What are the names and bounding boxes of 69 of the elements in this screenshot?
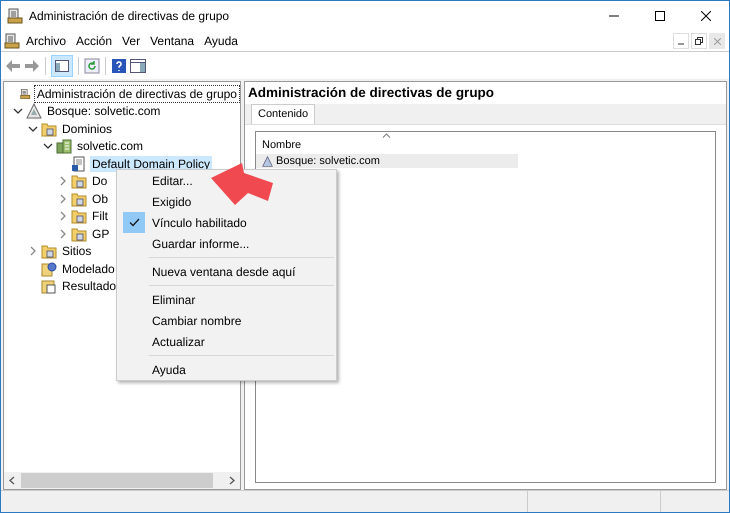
tree-item[interactable]: Modelado bbox=[60, 260, 117, 277]
tree-item[interactable]: Do bbox=[90, 173, 110, 190]
console-icon bbox=[7, 8, 23, 24]
folder-icon bbox=[71, 226, 87, 242]
tab[interactable]: Contenido bbox=[251, 104, 316, 124]
menu-item[interactable]: Exigido bbox=[119, 191, 334, 212]
annotation-arrow bbox=[209, 161, 275, 207]
folder-icon bbox=[71, 173, 87, 190]
folder-icon bbox=[41, 120, 57, 137]
triangle-icon bbox=[262, 156, 273, 166]
document-icon bbox=[71, 156, 87, 172]
close-icon bbox=[714, 38, 720, 44]
menu-item[interactable]: Acción bbox=[72, 32, 116, 50]
list-row[interactable]: Bosque: solvetic.com bbox=[256, 154, 518, 168]
tree-item[interactable]: Sitios bbox=[60, 243, 94, 260]
console-icon bbox=[4, 33, 20, 49]
folder-icon bbox=[41, 243, 57, 260]
refresh-icon[interactable] bbox=[84, 58, 100, 74]
close-icon bbox=[701, 11, 711, 21]
tree-item[interactable]: solvetic.com bbox=[75, 138, 146, 154]
sort-ascending-icon bbox=[382, 133, 391, 138]
menu-item[interactable]: Ayuda bbox=[200, 32, 242, 50]
help-icon[interactable] bbox=[111, 58, 127, 74]
chevron-right-icon[interactable] bbox=[58, 194, 68, 204]
tree-item[interactable]: Ob bbox=[90, 190, 110, 207]
chevron-right-icon[interactable] bbox=[58, 211, 68, 222]
menu-item[interactable]: Ayuda bbox=[119, 359, 334, 380]
chevron-down-icon[interactable] bbox=[43, 141, 53, 152]
chevron-right-icon[interactable] bbox=[28, 246, 38, 256]
results-icon bbox=[41, 278, 57, 294]
scrollbar-thumb[interactable] bbox=[21, 473, 213, 488]
menu-item[interactable]: Eliminar bbox=[119, 289, 334, 310]
triangle-icon bbox=[26, 103, 42, 120]
tree-item[interactable]: Dominios bbox=[60, 120, 114, 137]
chevron-right-icon[interactable] bbox=[58, 228, 68, 239]
menu-item[interactable]: Guardar informe... bbox=[119, 233, 334, 254]
restore-icon bbox=[695, 37, 703, 45]
folder-icon bbox=[71, 208, 87, 224]
tree-item[interactable]: Filt bbox=[90, 208, 110, 224]
tree-pane-icon bbox=[55, 60, 69, 72]
maximize-icon bbox=[655, 11, 665, 21]
menu-item[interactable]: Ventana bbox=[146, 32, 198, 50]
tree-item[interactable]: Administración de directivas de grupo bbox=[34, 84, 240, 103]
menu-item[interactable]: Archivo bbox=[22, 32, 70, 50]
chevron-down-icon[interactable] bbox=[28, 124, 38, 134]
minimize-icon bbox=[678, 43, 684, 45]
menu-item[interactable]: Ver bbox=[118, 32, 144, 50]
menu-item[interactable]: Editar... bbox=[119, 170, 334, 191]
menu-item[interactable]: Actualizar bbox=[119, 331, 334, 352]
back-arrow-icon[interactable] bbox=[5, 58, 21, 72]
minimize-button[interactable] bbox=[673, 33, 689, 49]
folder-icon bbox=[71, 190, 87, 207]
tree-item[interactable]: Bosque: solvetic.com bbox=[45, 103, 162, 120]
chevron-right-icon[interactable] bbox=[58, 176, 68, 186]
menu-item[interactable]: Nueva ventana desde aquí bbox=[119, 261, 334, 282]
modeling-icon bbox=[41, 260, 57, 277]
tree-item[interactable]: GP bbox=[90, 226, 112, 242]
menu-item[interactable]: Cambiar nombre bbox=[119, 310, 334, 331]
restore-button[interactable] bbox=[691, 33, 707, 49]
pane-title: Administración de directivas de grupo bbox=[247, 84, 496, 102]
panel-icon[interactable] bbox=[130, 58, 146, 72]
chevron-down-icon[interactable] bbox=[13, 106, 23, 116]
column-header[interactable]: Nombre bbox=[256, 132, 518, 154]
forward-arrow-icon[interactable] bbox=[24, 58, 40, 72]
tree-item[interactable]: Resultado bbox=[60, 278, 118, 294]
window-title: Administración de directivas de grupo bbox=[29, 8, 230, 25]
buildings-icon bbox=[56, 138, 72, 154]
menu-item[interactable]: Vínculo habilitado bbox=[119, 212, 334, 233]
show-tree-button[interactable] bbox=[51, 54, 73, 76]
